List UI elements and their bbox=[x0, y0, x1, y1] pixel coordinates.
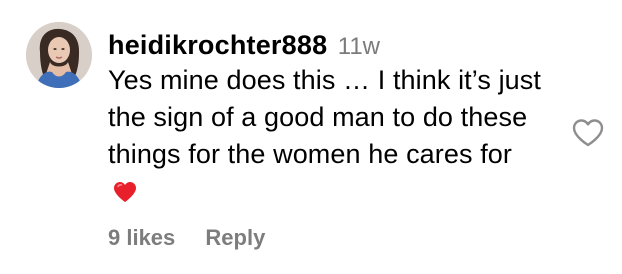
avatar-image bbox=[26, 22, 92, 88]
heart-outline-icon bbox=[572, 119, 604, 147]
red-heart-emoji bbox=[112, 177, 138, 214]
comment-text: Yes mine does this … I think it’s just t… bbox=[108, 65, 542, 169]
username[interactable]: heidikrochter888 bbox=[108, 30, 327, 60]
timestamp[interactable]: 11w bbox=[338, 33, 380, 60]
comment-actions: 9 likes Reply bbox=[108, 224, 265, 252]
reply-button[interactable]: Reply bbox=[205, 225, 265, 250]
comment-body: Yes mine does this … I think it’s just t… bbox=[108, 62, 548, 214]
avatar[interactable] bbox=[26, 22, 92, 88]
like-button[interactable] bbox=[571, 118, 605, 148]
likes-count[interactable]: 9 likes bbox=[108, 225, 175, 250]
comment: heidikrochter888 11w Yes mine does this … bbox=[0, 0, 622, 274]
